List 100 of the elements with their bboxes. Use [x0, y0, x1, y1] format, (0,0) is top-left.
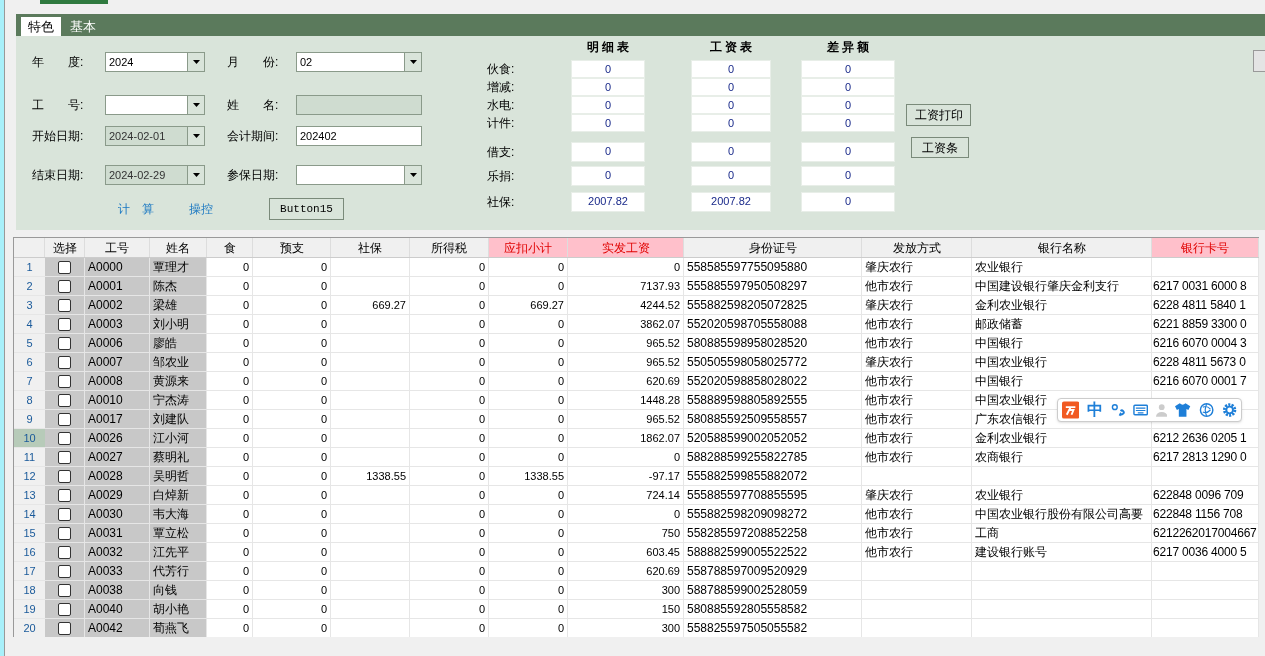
link[interactable]: 计 算 — [118, 200, 154, 218]
caret-icon — [409, 173, 417, 177]
row-header[interactable]: 7 — [14, 372, 45, 390]
dropdown[interactable] — [105, 95, 205, 115]
checkbox[interactable] — [58, 431, 71, 445]
checkbox[interactable] — [58, 583, 71, 597]
row-header[interactable]: 14 — [14, 505, 45, 523]
checkbox[interactable] — [58, 621, 71, 635]
field-label: 开始日期: — [32, 128, 85, 145]
column-header[interactable]: 实发工资 — [568, 238, 684, 257]
table-cell: 邮政储蓄 — [972, 315, 1152, 333]
shirt-icon[interactable] — [1175, 403, 1191, 417]
checkbox[interactable] — [58, 374, 71, 388]
checkbox[interactable] — [58, 355, 71, 369]
column-header[interactable]: 姓名 — [150, 238, 207, 257]
checkbox[interactable] — [58, 545, 71, 559]
checkbox[interactable] — [58, 450, 71, 464]
column-header[interactable]: 身份证号 — [684, 238, 862, 257]
checkbox[interactable] — [58, 412, 71, 426]
table-cell: 金利农业银行 — [972, 296, 1152, 314]
row-header[interactable]: 15 — [14, 524, 45, 542]
punctuation-icon[interactable] — [1111, 403, 1125, 417]
table-cell: 300 — [568, 619, 684, 637]
table-cell: 0 — [207, 391, 253, 409]
row-header[interactable]: 12 — [14, 467, 45, 485]
table-cell: 吴明哲 — [150, 467, 207, 485]
button[interactable]: 工资条 — [911, 137, 969, 158]
row-header[interactable]: 19 — [14, 600, 45, 618]
field-label: 社保: — [487, 194, 516, 211]
row-header[interactable]: 9 — [14, 410, 45, 428]
column-header[interactable]: 工号 — [85, 238, 150, 257]
row-header[interactable]: 18 — [14, 581, 45, 599]
row-header[interactable]: 1 — [14, 258, 45, 276]
table-cell: 0 — [410, 296, 489, 314]
checkbox[interactable] — [58, 260, 71, 274]
row-header[interactable]: 11 — [14, 448, 45, 466]
table-cell: A0040 — [85, 600, 150, 618]
keyboard-icon[interactable] — [1132, 404, 1148, 416]
value-field: 0 — [691, 78, 771, 96]
table-cell: 622848 0096 709 — [1152, 486, 1259, 504]
table-cell: 工商 — [972, 524, 1152, 542]
table-cell: 邹农业 — [150, 353, 207, 371]
checkbox[interactable] — [58, 507, 71, 521]
row-header[interactable]: 4 — [14, 315, 45, 333]
button[interactable]: 工资打印 — [906, 104, 971, 126]
checkbox[interactable] — [58, 488, 71, 502]
dropdown[interactable]: 02 — [296, 52, 422, 72]
button[interactable]: Button15 — [269, 198, 344, 220]
table-cell: 胡小艳 — [150, 600, 207, 618]
row-header[interactable]: 8 — [14, 391, 45, 409]
row-header[interactable]: 20 — [14, 619, 45, 637]
settings-icon[interactable] — [1221, 402, 1238, 418]
row-header[interactable]: 16 — [14, 543, 45, 561]
table-cell: A0030 — [85, 505, 150, 523]
table-cell: A0010 — [85, 391, 150, 409]
table-cell: 1862.07 — [568, 429, 684, 447]
table-cell: 0 — [410, 543, 489, 561]
row-header[interactable]: 10 — [14, 429, 45, 447]
link[interactable]: 操控 — [189, 200, 213, 218]
tab[interactable]: 特色 — [21, 17, 61, 36]
checkbox[interactable] — [58, 317, 71, 331]
column-header[interactable]: 社保 — [331, 238, 410, 257]
checkbox[interactable] — [58, 298, 71, 312]
swirl-icon[interactable] — [1198, 402, 1214, 418]
table-cell: 0 — [410, 391, 489, 409]
column-header[interactable]: 预支 — [253, 238, 331, 257]
field-label: 乐捐: — [487, 168, 516, 185]
row-header[interactable]: 6 — [14, 353, 45, 371]
logo-icon[interactable] — [1062, 401, 1080, 419]
column-header[interactable]: 银行卡号 — [1152, 238, 1259, 257]
table-cell: 0 — [253, 391, 331, 409]
checkbox[interactable] — [58, 602, 71, 616]
value-field: 0 — [801, 142, 895, 162]
column-header[interactable]: 食 — [207, 238, 253, 257]
checkbox[interactable] — [58, 526, 71, 540]
caret-icon — [192, 134, 200, 138]
column-header[interactable]: 发放方式 — [862, 238, 972, 257]
checkbox[interactable] — [58, 279, 71, 293]
table-cell: 6217 2813 1290 0 — [1152, 448, 1259, 466]
table-cell: A0000 — [85, 258, 150, 276]
column-header[interactable]: 应扣小计 — [489, 238, 568, 257]
checkbox[interactable] — [58, 336, 71, 350]
table-cell: 中国银行 — [972, 372, 1152, 390]
checkbox[interactable] — [58, 393, 71, 407]
table-cell: 向钱 — [150, 581, 207, 599]
table-cell: 555882598209098272 — [684, 505, 862, 523]
row-header[interactable]: 13 — [14, 486, 45, 504]
input-field[interactable] — [296, 95, 422, 115]
row-header[interactable]: 17 — [14, 562, 45, 580]
checkbox[interactable] — [58, 469, 71, 483]
column-header[interactable]: 选择 — [45, 238, 85, 257]
table-cell: 0 — [207, 334, 253, 352]
row-header[interactable]: 5 — [14, 334, 45, 352]
table-cell: 0 — [489, 600, 568, 618]
tab[interactable]: 基本 — [63, 17, 103, 36]
row-header[interactable]: 2 — [14, 277, 45, 295]
dropdown[interactable]: 2024 — [105, 52, 205, 72]
checkbox[interactable] — [58, 564, 71, 578]
value-field: 0 — [691, 114, 771, 132]
row-header[interactable]: 3 — [14, 296, 45, 314]
